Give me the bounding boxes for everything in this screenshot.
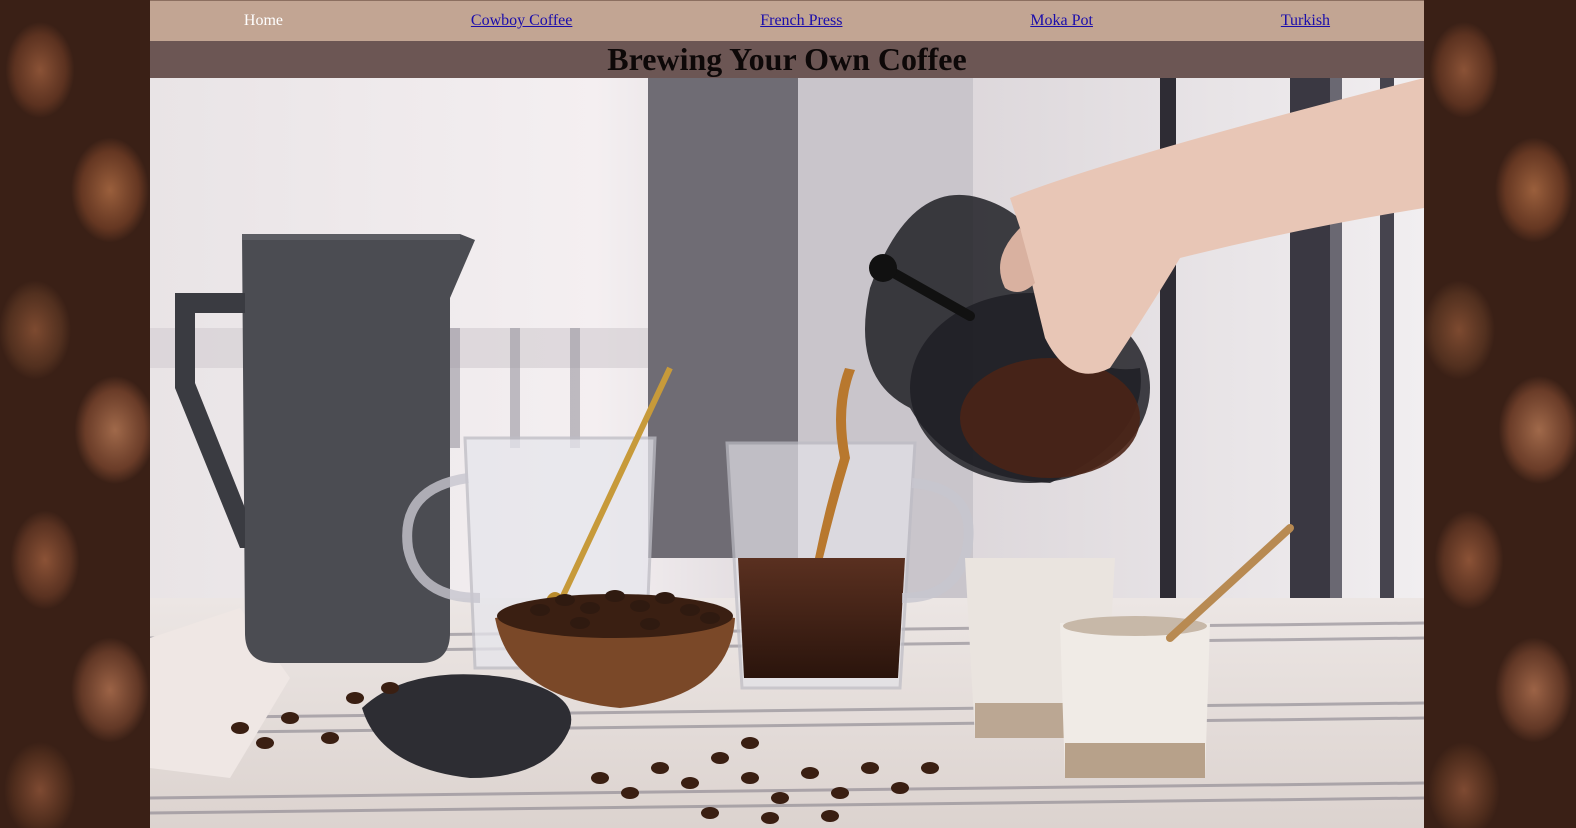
nav-moka-pot-link[interactable]: Moka Pot: [1030, 12, 1093, 30]
nav-french-press-link[interactable]: French Press: [760, 12, 842, 30]
coffee-bean-background-left: [0, 0, 152, 828]
nav-home-link[interactable]: Home: [244, 12, 283, 30]
page-title: Brewing Your Own Coffee: [607, 41, 967, 77]
page-container: Home Cowboy Coffee French Press Moka Pot…: [150, 0, 1424, 828]
top-navigation: Home Cowboy Coffee French Press Moka Pot…: [150, 0, 1424, 41]
coffee-pour-photo: [150, 78, 1424, 828]
coffee-bean-background-right: [1424, 0, 1576, 828]
nav-turkish-link[interactable]: Turkish: [1281, 12, 1330, 30]
page-header: Brewing Your Own Coffee: [150, 41, 1424, 78]
hero-image: [150, 78, 1424, 828]
nav-cowboy-coffee-link[interactable]: Cowboy Coffee: [471, 12, 572, 30]
